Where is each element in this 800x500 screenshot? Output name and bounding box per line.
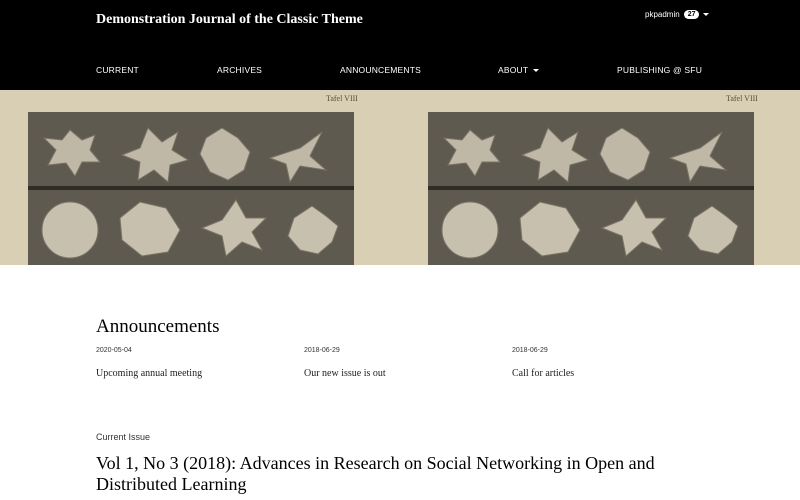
username[interactable]: pkpadmin [645,10,680,19]
announcement-link[interactable]: Our new issue is out [304,368,504,379]
nav-label[interactable]: CURRENT [96,65,139,75]
user-menu[interactable]: pkpadmin 27 [645,10,710,19]
notification-badge[interactable]: 27 [683,10,700,19]
nav-label[interactable]: ARCHIVES [217,65,262,75]
plate-label: Tafel VIII [726,94,758,103]
site-header: Demonstration Journal of the Classic The… [0,0,800,90]
nav-archives[interactable]: ARCHIVES [217,65,262,75]
chevron-down-icon[interactable] [533,68,540,72]
current-issue-title[interactable]: Vol 1, No 3 (2018): Advances in Research… [96,453,716,495]
announcement-date: 2018-06-29 [304,347,340,354]
nav-about[interactable]: ABOUT [498,65,540,75]
nav-label[interactable]: ABOUT [498,65,528,75]
hero-image-left: Tafel VIII [0,90,400,265]
announcement-item: 2018-06-29 Our new issue is out [304,347,504,379]
site-title[interactable]: Demonstration Journal of the Classic The… [96,12,363,28]
nav-label[interactable]: ANNOUNCEMENTS [340,65,421,75]
nav-announcements[interactable]: ANNOUNCEMENTS [340,65,421,75]
nav-current[interactable]: CURRENT [96,65,139,75]
announcement-date: 2018-06-29 [512,347,548,354]
nav-publishing-sfu[interactable]: PUBLISHING @ SFU [617,65,702,75]
announcement-link[interactable]: Call for articles [512,368,712,379]
nav-label[interactable]: PUBLISHING @ SFU [617,65,702,75]
announcement-item: 2018-06-29 Call for articles [512,347,712,379]
announcement-item: 2020-05-04 Upcoming annual meeting [96,347,296,379]
plate-label: Tafel VIII [326,94,358,103]
hero-banner: Tafel VIII Tafel VIII [0,90,800,265]
chevron-down-icon[interactable] [703,13,710,16]
announcement-link[interactable]: Upcoming annual meeting [96,368,296,379]
announcements-heading: Announcements [96,316,220,337]
announcement-date: 2020-05-04 [96,347,132,354]
current-issue-label: Current Issue [96,432,151,442]
hero-image-right: Tafel VIII [400,90,800,265]
